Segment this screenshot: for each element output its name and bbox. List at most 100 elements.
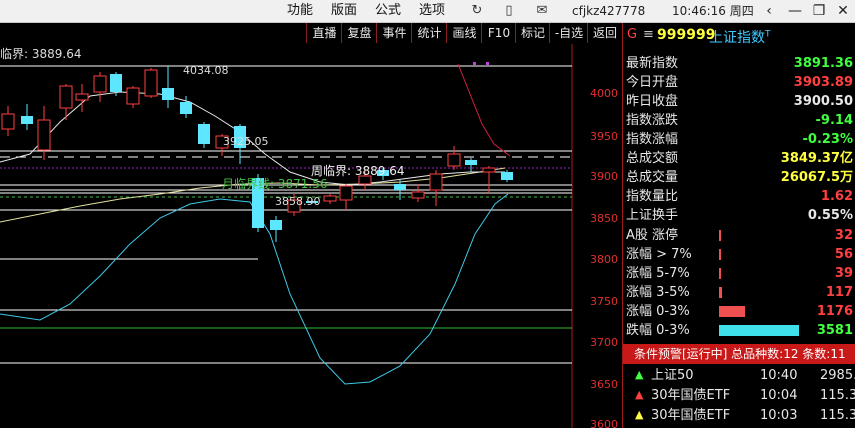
phone-icon[interactable]: ▯ [500, 2, 518, 20]
chart-toolbar: 直播 复盘 事件 统计 画线 F10 标记 -自选 返回 [0, 23, 622, 44]
stat-row: 最新指数 3891.36 [623, 54, 855, 73]
toolbar-watchlist-button[interactable]: -自选 [549, 23, 588, 43]
price-tick: 3850 [590, 212, 618, 225]
breadth-label: 涨幅 0-3% [626, 304, 690, 319]
marker-dot-b [486, 62, 489, 65]
breadth-label: A股 涨停 [626, 228, 679, 243]
index-code: 999999 [657, 27, 716, 43]
candle-body [465, 160, 477, 165]
stat-label: 今日开盘 [626, 75, 679, 90]
breadth-value: 32 [834, 228, 853, 243]
stat-row: 总成交额 3849.37亿 [623, 149, 855, 168]
breadth-row: 涨幅 0-3% 1176 [623, 302, 855, 321]
candle-body [162, 88, 174, 100]
alert-row[interactable]: ▲ 30年国债ETF 10:04 115.3 [623, 386, 855, 406]
breadth-value: 117 [825, 285, 853, 300]
restore-icon[interactable]: ❐ [808, 0, 830, 22]
stat-label: 总成交额 [626, 151, 679, 166]
stat-row: 指数涨幅 -0.23% [623, 130, 855, 149]
ma-red-line [457, 63, 511, 157]
breadth-value: 3581 [816, 323, 853, 338]
price-tick: 3750 [590, 295, 618, 308]
group-badge[interactable]: G [627, 27, 637, 42]
candlestick-chart[interactable]: 临界: 3889.64 4034.08 3925.05 周临界: 3889.64… [0, 44, 622, 428]
minimize-icon[interactable]: — [784, 0, 806, 22]
breadth-row: 涨幅 3-5% 117 [623, 283, 855, 302]
stat-label: 指数量比 [626, 189, 679, 204]
candle-body [198, 124, 210, 144]
menu-formula[interactable]: 公式 [375, 0, 401, 22]
stat-label: 最新指数 [626, 56, 679, 71]
alert-row[interactable]: ▲ 30年国债ETF 10:03 115.3 [623, 406, 855, 426]
stat-value: -0.23% [802, 132, 854, 147]
menu-function[interactable]: 功能 [287, 0, 313, 22]
alert-bar[interactable]: 条件预警[运行中] 总品种数:12 条数:11 [623, 344, 855, 364]
close-icon[interactable]: ✕ [832, 0, 854, 22]
stat-value: 3900.50 [793, 94, 853, 109]
toolbar-mark-button[interactable]: 标记 [515, 23, 550, 43]
stat-row: 指数量比 1.62 [623, 187, 855, 206]
mail-icon[interactable]: ✉ [533, 2, 551, 20]
menu-layout[interactable]: 版面 [331, 0, 357, 22]
breadth-value: 39 [834, 266, 853, 281]
stat-value: 26067.5万 [780, 170, 853, 185]
menu-options[interactable]: 选项 [419, 0, 445, 22]
breadth-bar [719, 287, 722, 298]
stat-value: 1.62 [820, 189, 853, 204]
title-bar: 功能 版面 公式 选项 ↻ ▯ ✉ cfjkz427778 10:46:16 周… [0, 0, 855, 23]
toolbar-f10-button[interactable]: F10 [481, 23, 516, 43]
toolbar-stats-button[interactable]: 统计 [411, 23, 447, 43]
breadth-bar [719, 230, 721, 241]
stat-row: 今日开盘 3903.89 [623, 73, 855, 92]
breadth-value: 56 [834, 247, 853, 262]
candle-body [411, 191, 425, 199]
toolbar-live-button[interactable]: 直播 [306, 23, 342, 43]
toolbar-events-button[interactable]: 事件 [376, 23, 412, 43]
quote-header: G ≡ 999999 上证指数T [623, 23, 855, 51]
alert-time: 10:04 [760, 388, 798, 403]
alert-icon: ▲ [635, 368, 644, 381]
price-tick: 3600 [590, 418, 618, 428]
stat-label: 指数涨幅 [626, 132, 679, 147]
candle-body [180, 102, 192, 114]
stat-label: 上证换手 [626, 208, 679, 223]
mid-label: 3925.05 [223, 135, 269, 148]
alert-time: 10:03 [760, 408, 798, 423]
breadth-value: 1176 [816, 304, 853, 319]
stat-label: 总成交量 [626, 170, 679, 185]
monthly-critical-label: 月临界线: 3871.56 [222, 177, 327, 191]
breadth-row: A股 涨停 32 [623, 226, 855, 245]
back-icon[interactable]: ‹ [758, 0, 780, 22]
toolbar-draw-button[interactable]: 画线 [446, 23, 482, 43]
quote-panel: G ≡ 999999 上证指数T 最新指数 3891.36 今日开盘 3903.89 昨… [622, 23, 855, 428]
alert-row[interactable]: ▲ 上证50 10:40 2985. [623, 366, 855, 386]
candle-body [270, 220, 282, 230]
stat-value: -9.14 [815, 113, 853, 128]
username: cfjkz427778 [572, 4, 646, 18]
candle-body [37, 119, 51, 151]
breadth-bar [719, 268, 721, 279]
breadth-row: 涨幅 > 7% 56 [623, 245, 855, 264]
candles-group [1, 66, 513, 242]
menu-icon[interactable]: ≡ [643, 27, 654, 42]
stat-value: 3849.37亿 [780, 151, 853, 166]
candle-body [1, 113, 15, 130]
stat-row: 总成交量 26067.5万 [623, 168, 855, 187]
alert-name: 30年国债ETF [651, 388, 731, 403]
marker-dot-a [473, 62, 476, 65]
breadth-row: 跌幅 0-3% 3581 [623, 321, 855, 340]
toolbar-back-button[interactable]: 返回 [587, 23, 622, 43]
stat-value: 0.55% [807, 208, 853, 223]
alert-time: 10:40 [760, 368, 798, 383]
stat-label: 昨日收盘 [626, 94, 679, 109]
breadth-label: 涨幅 3-5% [626, 285, 690, 300]
stat-value: 3891.36 [793, 56, 853, 71]
candle-body [21, 116, 33, 124]
stat-label: 指数涨跌 [626, 113, 679, 128]
refresh-icon[interactable]: ↻ [468, 2, 486, 20]
candle-body [429, 173, 443, 191]
weekly-critical-label: 周临界: 3889.64 [311, 164, 404, 178]
toolbar-review-button[interactable]: 复盘 [341, 23, 377, 43]
breadth-bar [719, 306, 745, 317]
alert-value: 2985. [820, 368, 855, 383]
